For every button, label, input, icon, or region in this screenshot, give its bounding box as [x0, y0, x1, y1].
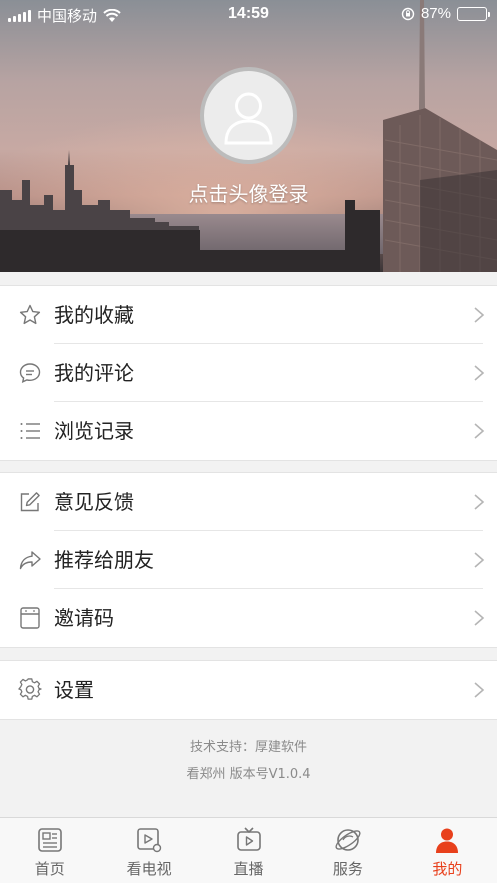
- tab-label: 服务: [332, 860, 363, 878]
- menu-item-history[interactable]: 浏览记录: [0, 402, 497, 460]
- menu-item-recommend[interactable]: 推荐给朋友: [0, 531, 497, 589]
- tab-label: 直播: [233, 860, 264, 878]
- avatar-button[interactable]: [200, 67, 297, 164]
- menu-group-social: 意见反馈 推荐给朋友 邀请码: [0, 472, 497, 648]
- menu-item-label: 意见反馈: [54, 490, 134, 514]
- tab-label: 看电视: [126, 860, 172, 878]
- menu-item-comments[interactable]: 我的评论: [0, 344, 497, 402]
- menu-item-label: 我的收藏: [54, 303, 134, 327]
- menu-item-label: 设置: [54, 678, 94, 702]
- battery-percent: 87%: [420, 5, 451, 22]
- menu-item-invite-code[interactable]: 邀请码: [0, 589, 497, 647]
- chevron-right-icon: [474, 552, 485, 568]
- orientation-lock-icon: [401, 7, 415, 20]
- tech-support-text: 技术支持：厚建软件: [189, 740, 307, 755]
- chevron-right-icon: [474, 307, 485, 323]
- version-text: 看郑州 版本号V1.0.4: [186, 767, 311, 782]
- edit-icon: [20, 492, 40, 512]
- list-icon: [20, 423, 40, 439]
- menu-item-label: 浏览记录: [54, 419, 134, 443]
- menu-item-settings[interactable]: 设置: [0, 661, 497, 719]
- default-user-icon: [224, 92, 273, 145]
- tab-label: 我的: [432, 860, 463, 878]
- chevron-right-icon: [474, 423, 485, 439]
- invite-code-icon: [20, 607, 40, 629]
- menu-item-favorites[interactable]: 我的收藏: [0, 286, 497, 344]
- live-tv-icon: [236, 827, 261, 851]
- chevron-right-icon: [474, 610, 485, 626]
- menu-group-settings: 设置: [0, 660, 497, 720]
- star-icon: [19, 304, 41, 325]
- tab-label: 首页: [34, 860, 65, 878]
- battery-icon: [457, 6, 490, 21]
- share-icon: [19, 551, 41, 570]
- status-bar: 中国移动 14:59 87%: [0, 0, 497, 28]
- chevron-right-icon: [474, 494, 485, 510]
- menu-item-label: 我的评论: [54, 361, 134, 385]
- tab-services[interactable]: 服务: [298, 818, 397, 883]
- menu-item-feedback[interactable]: 意见反馈: [0, 473, 497, 531]
- tab-live[interactable]: 直播: [199, 818, 298, 883]
- profile-header: 中国移动 14:59 87% 点击头像登录: [0, 0, 497, 272]
- gear-icon: [18, 678, 42, 700]
- tab-mine[interactable]: 我的: [398, 818, 497, 883]
- chevron-right-icon: [474, 682, 485, 698]
- menu-item-label: 邀请码: [54, 606, 114, 630]
- menu-group-personal: 我的收藏 我的评论 浏览记录: [0, 285, 497, 461]
- tab-home[interactable]: 首页: [0, 818, 99, 883]
- user-icon: [436, 828, 459, 853]
- bottom-tab-bar: 首页 看电视 直播 服务 我的: [0, 817, 497, 883]
- chevron-right-icon: [474, 365, 485, 381]
- planet-icon: [335, 829, 361, 851]
- menu-item-label: 推荐给朋友: [54, 548, 154, 572]
- tab-watch-tv[interactable]: 看电视: [99, 818, 198, 883]
- tv-video-icon: [137, 828, 162, 853]
- login-prompt[interactable]: 点击头像登录: [0, 178, 497, 207]
- news-icon: [37, 828, 62, 852]
- comment-icon: [19, 363, 41, 384]
